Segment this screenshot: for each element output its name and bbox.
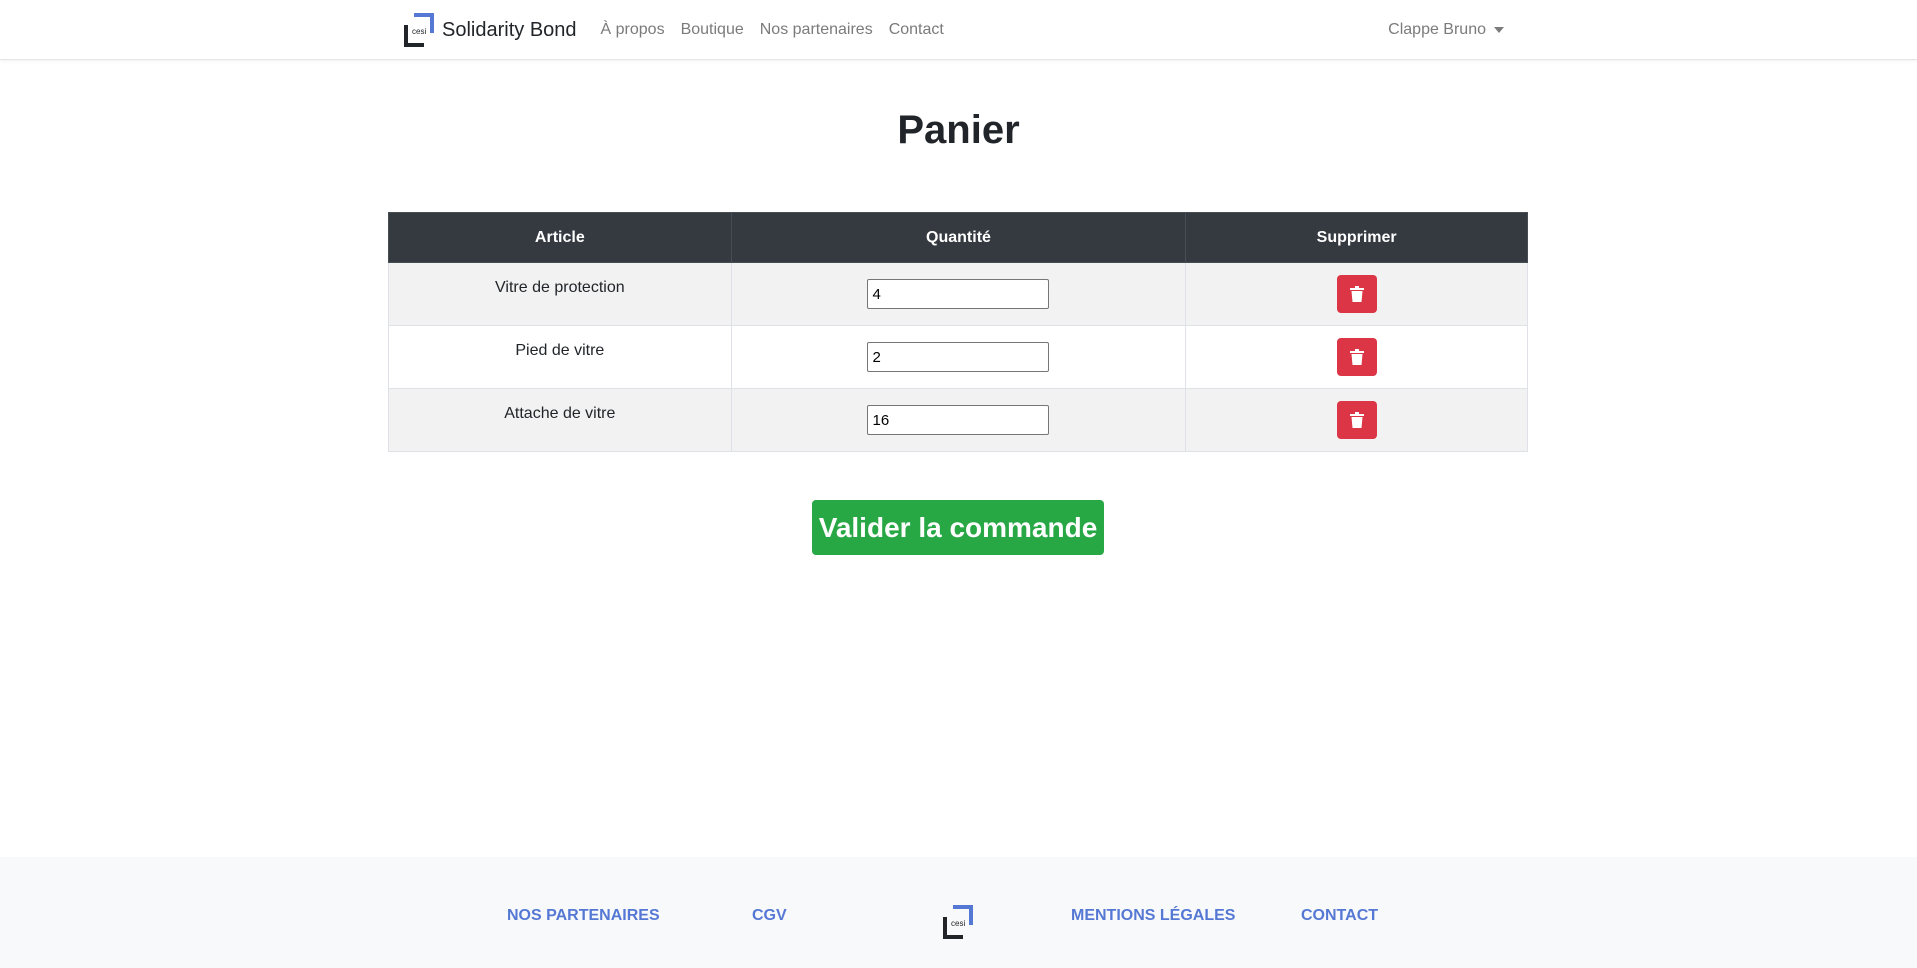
footer: NOS PARTENAIRES CGV cesi MENTIONS LÉGALE… — [0, 857, 1917, 968]
article-name: Vitre de protection — [495, 279, 625, 296]
table-row: Attache de vitre — [388, 388, 1528, 452]
article-name: Attache de vitre — [504, 405, 616, 422]
navbar-container: cesi Solidarity Bond À propos Boutique N… — [402, 0, 1504, 60]
header-quantity: Quantité — [730, 212, 1187, 263]
header-delete: Supprimer — [1185, 212, 1528, 263]
footer-link-cgv[interactable]: CGV — [752, 907, 787, 925]
validate-order-button[interactable]: Valider la commande — [812, 500, 1104, 555]
cell-delete — [1185, 262, 1528, 326]
page-title: Panier — [897, 108, 1020, 152]
delete-button[interactable] — [1336, 338, 1377, 376]
quantity-input[interactable] — [867, 342, 1050, 372]
brand-name: Solidarity Bond — [442, 18, 577, 41]
trash-icon — [1349, 286, 1364, 302]
nav-link-boutique[interactable]: Boutique — [681, 21, 744, 39]
cell-article: Pied de vitre — [388, 325, 732, 389]
nav-links: À propos Boutique Nos partenaires Contac… — [601, 21, 960, 39]
top-navbar: cesi Solidarity Bond À propos Boutique N… — [0, 0, 1917, 60]
cell-delete — [1185, 388, 1528, 452]
cesi-logo-icon: cesi — [404, 13, 434, 47]
trash-icon — [1349, 349, 1364, 365]
trash-icon — [1349, 412, 1364, 428]
user-name: Clappe Bruno — [1388, 21, 1486, 38]
quantity-input[interactable] — [867, 279, 1050, 309]
table-header-row: Article Quantité Supprimer — [388, 212, 1528, 263]
footer-logo-text: cesi — [951, 919, 965, 928]
user-dropdown[interactable]: Clappe Bruno — [1388, 0, 1504, 60]
article-name: Pied de vitre — [515, 342, 605, 359]
cell-article: Vitre de protection — [388, 262, 732, 326]
cell-article: Attache de vitre — [388, 388, 732, 452]
logo-text: cesi — [412, 27, 426, 36]
cart-table: Article Quantité Supprimer Vitre de prot… — [388, 212, 1528, 452]
cell-quantity — [730, 262, 1187, 326]
caret-down-icon — [1494, 27, 1504, 33]
table-row: Pied de vitre — [388, 325, 1528, 389]
cell-quantity — [730, 325, 1187, 389]
cesi-logo-icon[interactable]: cesi — [941, 905, 975, 939]
footer-link-contact[interactable]: CONTACT — [1301, 907, 1378, 925]
nav-link-contact[interactable]: Contact — [889, 21, 944, 39]
delete-button[interactable] — [1336, 275, 1377, 313]
quantity-input[interactable] — [867, 405, 1050, 435]
footer-link-partenaires[interactable]: NOS PARTENAIRES — [507, 907, 660, 925]
nav-link-a-propos[interactable]: À propos — [601, 21, 665, 39]
table-row: Vitre de protection — [388, 262, 1528, 326]
brand-link[interactable]: cesi Solidarity Bond — [402, 13, 577, 47]
nav-link-partenaires[interactable]: Nos partenaires — [760, 21, 873, 39]
header-article: Article — [388, 212, 732, 263]
cell-delete — [1185, 325, 1528, 389]
footer-link-mentions[interactable]: MENTIONS LÉGALES — [1071, 907, 1235, 925]
delete-button[interactable] — [1336, 401, 1377, 439]
cell-quantity — [730, 388, 1187, 452]
